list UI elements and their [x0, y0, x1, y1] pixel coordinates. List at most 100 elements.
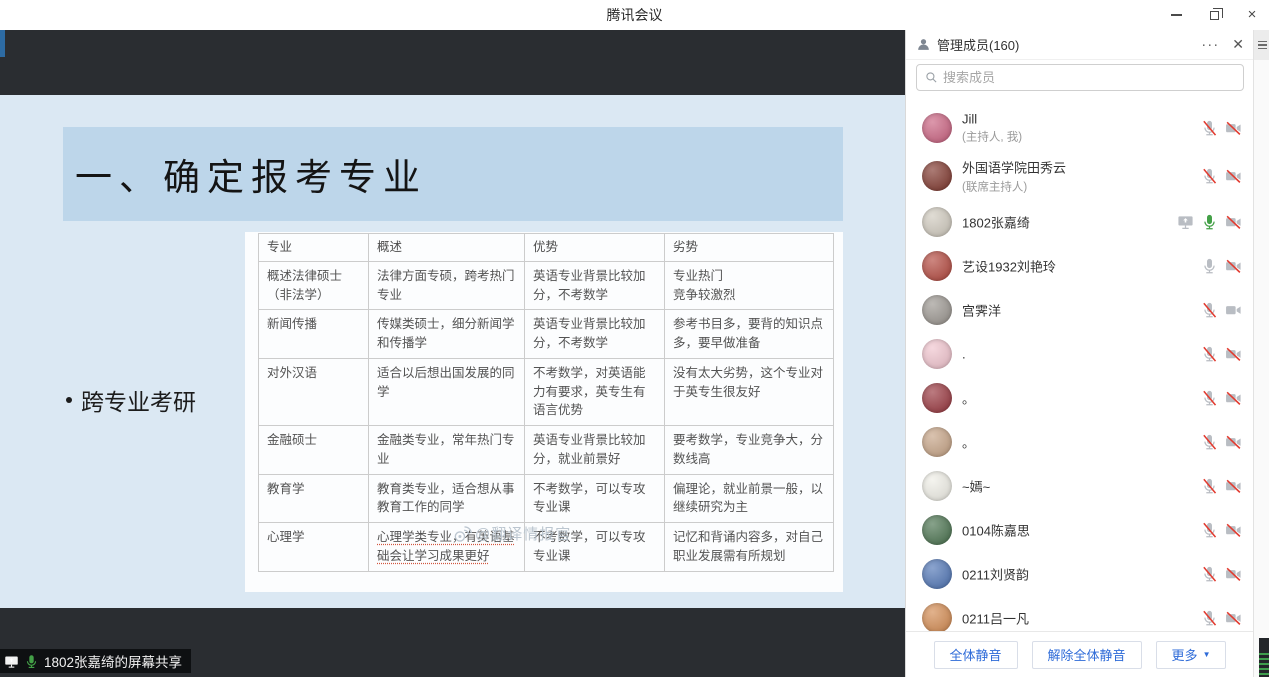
majors-table: 专业概述优势劣势 概述法律硕士 （非法学）法律方面专硕，跨考热门专业英语专业背景…	[258, 233, 834, 572]
table-cell: 传媒类硕士，细分新闻学和传播学	[369, 310, 525, 359]
avatar	[922, 603, 952, 631]
avatar	[922, 471, 952, 501]
camera-icon[interactable]	[1225, 434, 1242, 451]
participant-row[interactable]: 0104陈嘉思	[906, 508, 1254, 552]
participant-row[interactable]: 。	[906, 376, 1254, 420]
search-icon	[925, 71, 938, 84]
participant-row[interactable]: 宫霁洋	[906, 288, 1254, 332]
mic-icon[interactable]	[1201, 302, 1218, 319]
close-window-button[interactable]: ×	[1245, 8, 1259, 22]
mic-on-icon	[24, 654, 39, 669]
tencent-meeting-window: 腾讯会议 × 一、确定报考专业 跨专业考研 专业	[0, 0, 1269, 677]
screen-share-indicator: 1802张嘉绮的屏幕共享	[0, 649, 191, 673]
watermark-text: @翻译情报官	[475, 523, 571, 544]
avatar	[922, 559, 952, 589]
mic-icon[interactable]	[1201, 566, 1218, 583]
participant-name: ~嫣~	[962, 477, 990, 496]
panel-more-icon[interactable]: ···	[1201, 40, 1219, 50]
table-cell: 教育类专业，适合想从事教育工作的同学	[369, 474, 525, 523]
table-cell: 适合以后想出国发展的同学	[369, 358, 525, 425]
camera-icon[interactable]	[1225, 346, 1242, 363]
participant-row[interactable]: 外国语学院田秀云 (联席主持人)	[906, 152, 1254, 200]
restore-button[interactable]	[1207, 8, 1221, 22]
participant-row[interactable]: .	[906, 332, 1254, 376]
table-header-cell: 专业	[259, 234, 369, 262]
participant-list[interactable]: Jill (主持人, 我) 外国语学院田秀云 (联席主持人)	[906, 104, 1254, 631]
bullet-dot-icon	[66, 397, 72, 403]
more-button[interactable]: 更多▼	[1156, 641, 1227, 669]
panel-close-icon[interactable]: ✕	[1232, 36, 1244, 53]
participant-name: 0104陈嘉思	[962, 521, 1030, 540]
mic-icon[interactable]	[1201, 522, 1218, 539]
participant-row[interactable]: 。	[906, 420, 1254, 464]
participant-row[interactable]: ~嫣~	[906, 464, 1254, 508]
weibo-icon	[452, 524, 472, 544]
table-cell: 英语专业背景比较加分，不考数学	[525, 310, 665, 359]
table-header-cell: 概述	[369, 234, 525, 262]
mic-icon[interactable]	[1201, 214, 1218, 231]
presentation-slide: 一、确定报考专业 跨专业考研 专业概述优势劣势 概述法律硕士 （非法学）法律方面…	[0, 95, 905, 608]
camera-icon[interactable]	[1225, 610, 1242, 627]
watermark: @翻译情报官	[452, 523, 571, 544]
avatar	[922, 113, 952, 143]
slide-title-banner: 一、确定报考专业	[63, 127, 843, 221]
participant-name: 。	[962, 433, 975, 452]
mic-icon[interactable]	[1201, 434, 1218, 451]
avatar	[922, 339, 952, 369]
table-row: 概述法律硕士 （非法学）法律方面专硕，跨考热门专业英语专业背景比较加分，不考数学…	[259, 261, 834, 310]
participant-name: 1802张嘉绮	[962, 213, 1030, 232]
camera-icon[interactable]	[1225, 390, 1242, 407]
members-panel: 管理成员(160) ··· ✕ Jill (主持人, 我)	[905, 30, 1253, 677]
table-cell: 心理学	[259, 523, 369, 572]
participant-row[interactable]: 0211吕一凡	[906, 596, 1254, 631]
minimize-button[interactable]	[1169, 8, 1183, 22]
mic-icon[interactable]	[1201, 168, 1218, 185]
camera-icon[interactable]	[1225, 302, 1242, 319]
participant-name: Jill	[962, 112, 1022, 127]
participant-name: 艺设1932刘艳玲	[962, 257, 1056, 276]
unmute-all-button[interactable]: 解除全体静音	[1032, 641, 1142, 669]
table-cell: 记忆和背诵内容多，对自己职业发展需有所规划	[665, 523, 834, 572]
camera-icon[interactable]	[1225, 258, 1242, 275]
titlebar: 腾讯会议 ×	[0, 0, 1269, 30]
table-cell: 英语专业背景比较加分，就业前景好	[525, 426, 665, 475]
member-search-box[interactable]	[916, 64, 1244, 91]
avatar	[922, 427, 952, 457]
mute-all-button[interactable]: 全体静音	[934, 641, 1018, 669]
avatar	[922, 383, 952, 413]
participant-row[interactable]: 艺设1932刘艳玲	[906, 244, 1254, 288]
table-header-cell: 优势	[525, 234, 665, 262]
avatar	[922, 207, 952, 237]
panel-edge-strip	[1253, 30, 1269, 677]
participant-row[interactable]: 0211刘贤韵	[906, 552, 1254, 596]
participant-row[interactable]: Jill (主持人, 我)	[906, 104, 1254, 152]
mic-icon[interactable]	[1201, 346, 1218, 363]
camera-icon[interactable]	[1225, 566, 1242, 583]
mic-icon[interactable]	[1201, 478, 1218, 495]
table-cell: 金融类专业，常年热门专业	[369, 426, 525, 475]
mic-icon[interactable]	[1201, 390, 1218, 407]
table-row: 教育学教育类专业，适合想从事教育工作的同学不考数学，可以专攻专业课偏理论，就业前…	[259, 474, 834, 523]
table-cell: 新闻传播	[259, 310, 369, 359]
members-panel-title: 管理成员(160)	[937, 35, 1019, 54]
slide-bullet-text: 跨专业考研	[81, 383, 196, 417]
audio-level-meter	[1259, 638, 1269, 677]
mic-icon[interactable]	[1201, 610, 1218, 627]
mic-icon[interactable]	[1201, 258, 1218, 275]
hamburger-menu-icon[interactable]	[1254, 30, 1269, 60]
table-cell: 对外汉语	[259, 358, 369, 425]
camera-icon[interactable]	[1225, 478, 1242, 495]
members-panel-header: 管理成员(160) ··· ✕	[906, 30, 1254, 60]
participant-row[interactable]: 1802张嘉绮	[906, 200, 1254, 244]
camera-icon[interactable]	[1225, 214, 1242, 231]
member-search-input[interactable]	[943, 70, 1235, 85]
camera-icon[interactable]	[1225, 168, 1242, 185]
participant-name: 外国语学院田秀云	[962, 158, 1066, 177]
members-panel-footer: 全体静音 解除全体静音 更多▼	[906, 631, 1254, 677]
screen-share-icon	[1177, 214, 1194, 231]
window-title: 腾讯会议	[0, 0, 1269, 30]
mic-icon[interactable]	[1201, 120, 1218, 137]
camera-icon[interactable]	[1225, 120, 1242, 137]
camera-icon[interactable]	[1225, 522, 1242, 539]
table-cell: 参考书目多，要背的知识点多，要早做准备	[665, 310, 834, 359]
